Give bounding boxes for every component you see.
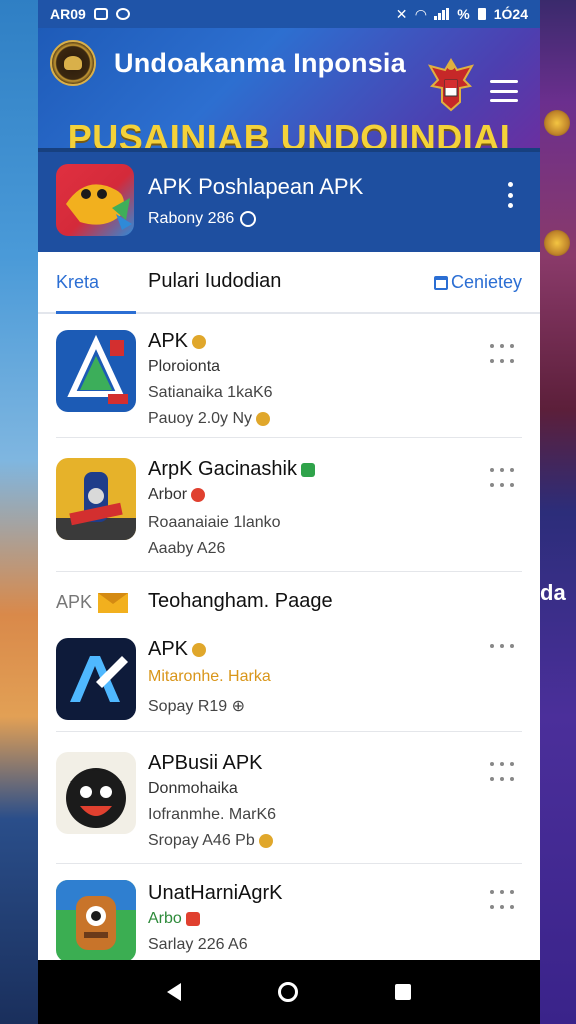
more-options-icon[interactable] <box>490 644 516 670</box>
gold-badge-icon <box>192 642 207 657</box>
featured-app-icon <box>56 164 134 236</box>
list-item[interactable]: APK Ploroionta Satianaika 1kaK6 Pauoy 2.… <box>56 314 522 438</box>
status-bar: AR09 ✕ ◠ % 1Ó24 <box>38 0 540 28</box>
navigation-bar <box>38 960 540 1024</box>
app-title: APK <box>148 330 207 353</box>
app-line3: Satianaika 1kaK6 <box>148 384 273 401</box>
tab-cari-label: Cenietey <box>450 272 522 292</box>
app-line4-text: Pauoy 2.0y Ny <box>148 410 253 427</box>
app-icon <box>56 330 136 412</box>
app-icon <box>56 458 136 540</box>
garuda-emblem-icon <box>427 58 475 112</box>
wifi-icon: ◠ <box>415 5 427 22</box>
status-time: AR09 <box>50 6 86 22</box>
app-header: Undoakanma Inponsia PUSAINIAB UNDOIINDIA… <box>38 28 540 156</box>
more-options-icon[interactable] <box>490 890 516 916</box>
featured-subtitle-text: Rabony 286 <box>148 210 235 227</box>
back-icon[interactable] <box>166 983 181 1001</box>
status-icon <box>185 911 200 926</box>
gold-badge-icon <box>192 334 207 349</box>
signal-icon <box>434 8 450 20</box>
ornament-icon <box>544 230 570 256</box>
clock-icon <box>240 211 257 227</box>
list-item[interactable]: ArpK Gacinashik Arbor Roaanaiaie 1lanko … <box>56 438 522 572</box>
background-left <box>0 0 38 1024</box>
list-item[interactable]: APBusii APK Donmohaika Iofranmhe. MarK6 … <box>56 732 522 864</box>
app-title-text: APK <box>148 638 189 660</box>
featured-card[interactable]: APK Poshlapean APK Rabony 286 <box>38 148 540 252</box>
app-line2-text: Arbo <box>148 910 182 927</box>
medal-icon <box>258 833 273 848</box>
section-label: APK <box>56 592 129 613</box>
app-line2: Mitaronhe. Harka <box>148 668 271 685</box>
app-line3: Roaanaiaie 1lanko <box>148 514 281 531</box>
tab-kreta[interactable]: Kreta <box>56 272 99 293</box>
list-item[interactable]: APK Mitaronhe. Harka Sopay R19 ⊕ <box>56 634 522 732</box>
more-options-icon[interactable] <box>490 344 516 370</box>
section-label-text: APK <box>56 592 93 612</box>
app-title: Undoakanma Inponsia <box>114 48 406 78</box>
app-list: APK Ploroionta Satianaika 1kaK6 Pauoy 2.… <box>38 314 540 964</box>
featured-subtitle: Rabony 286 <box>148 210 257 228</box>
tab-bar: Kreta Pulari Iudodian Cenietey <box>38 252 540 314</box>
app-title-text: APK <box>148 330 189 352</box>
app-icon <box>56 638 136 720</box>
ornament-icon <box>544 110 570 136</box>
folder-icon <box>433 275 448 290</box>
menu-button[interactable] <box>490 80 518 102</box>
side-text: da <box>540 580 566 605</box>
tab-title[interactable]: Pulari Iudodian <box>148 270 281 293</box>
mute-icon: ✕ <box>395 5 408 22</box>
app-title: APBusii APK <box>148 752 263 774</box>
status-icon <box>191 487 206 502</box>
app-line3: Sopay R19 ⊕ <box>148 696 245 716</box>
clock: 1Ó24 <box>493 6 528 22</box>
app-line2: Donmohaika <box>148 780 238 797</box>
tab-cari[interactable]: Cenietey <box>433 272 522 293</box>
section-title: Teohangham. Paage <box>148 590 333 612</box>
more-options-icon[interactable] <box>508 182 514 208</box>
medal-icon <box>256 411 271 426</box>
app-line2: Arbo <box>148 910 200 928</box>
app-line3-text: Sopay R19 <box>148 698 228 715</box>
home-icon[interactable] <box>277 982 298 1002</box>
list-item[interactable]: UnatHarniAgrK Arbo Sarlay 226 A6 <box>56 864 522 964</box>
background-right: da <box>540 0 576 1024</box>
app-icon <box>56 752 136 834</box>
app-line3: Sarlay 226 A6 <box>148 936 248 953</box>
section-header: APK Teohangham. Paage <box>56 572 522 634</box>
phone-screen: AR09 ✕ ◠ % 1Ó24 Undoakanma Inponsia PUSA… <box>38 0 540 1024</box>
app-line2: Ploroionta <box>148 358 221 375</box>
featured-title: APK Poshlapean APK <box>148 174 364 199</box>
app-line2-text: Arbor <box>148 486 188 503</box>
clock-icon: ⊕ <box>231 698 246 715</box>
app-line3: Iofranmhe. MarK6 <box>148 806 277 823</box>
app-line2: Arbor <box>148 486 206 504</box>
emblem-icon <box>50 40 96 86</box>
app-line4-text: Sropay A46 Pb <box>148 832 255 849</box>
green-badge-icon <box>300 462 315 477</box>
battery-icon <box>477 8 486 20</box>
app-line4: Sropay A46 Pb <box>148 832 273 850</box>
app-title: UnatHarniAgrK <box>148 882 283 904</box>
more-options-icon[interactable] <box>490 762 516 788</box>
notification-icon-2 <box>115 8 130 20</box>
battery-percent: % <box>457 6 470 22</box>
app-title: ArpK Gacinashik <box>148 458 315 481</box>
recent-apps-icon[interactable] <box>395 984 412 1000</box>
notification-icon <box>93 8 108 20</box>
more-options-icon[interactable] <box>490 468 516 494</box>
envelope-icon <box>98 592 129 613</box>
app-title: APK <box>148 638 207 661</box>
app-line4: Pauoy 2.0y Ny <box>148 410 271 428</box>
app-title-text: ArpK Gacinashik <box>148 458 297 480</box>
app-icon <box>56 880 136 962</box>
app-line4: Aaaby A26 <box>148 540 226 557</box>
